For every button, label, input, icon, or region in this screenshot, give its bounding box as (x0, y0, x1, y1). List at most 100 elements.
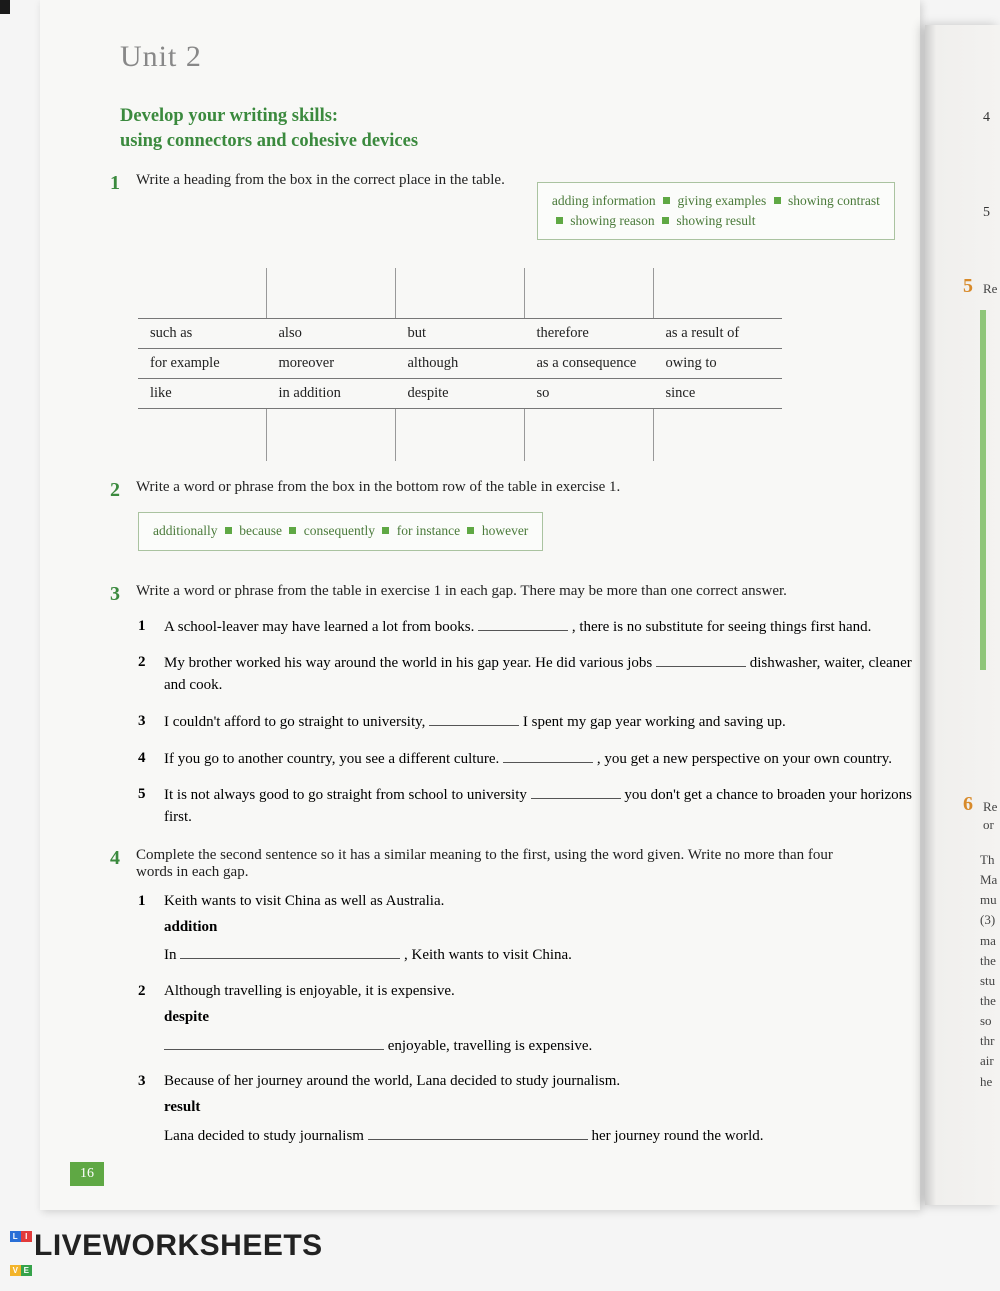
text-part: My brother worked his way around the wor… (164, 655, 656, 671)
facing-page-sliver: 4 5 5 Re 6 Re or Th Ma mu (3) ma the stu… (925, 25, 1000, 1205)
word-box: additionally because consequently for in… (138, 512, 543, 550)
bullet-icon (382, 527, 389, 534)
table-row: such as also but therefore as a result o… (138, 319, 782, 349)
table-cell: in addition (267, 379, 396, 409)
exercise-number: 4 (110, 847, 132, 870)
table-cell: so (525, 379, 654, 409)
item-number: 4 (138, 748, 152, 771)
gap-input[interactable] (164, 1035, 384, 1050)
item-sentence: Because of her journey around the world,… (164, 1073, 620, 1089)
table-footer-input[interactable] (138, 409, 267, 462)
table-cell: as a result of (654, 319, 783, 349)
given-word: result (164, 1097, 920, 1119)
item-body: Although travelling is enjoyable, it is … (164, 981, 920, 1057)
table-header-input[interactable] (396, 268, 525, 319)
item-text: I couldn't afford to go straight to univ… (164, 711, 920, 734)
table-header-input[interactable] (525, 268, 654, 319)
transform-item: 1 Keith wants to visit China as well as … (138, 891, 920, 967)
table-cell: since (654, 379, 783, 409)
table-row: like in addition despite so since (138, 379, 782, 409)
brand-icon: LI VE (10, 1213, 32, 1281)
gap-input[interactable] (478, 616, 568, 631)
section-heading-line1: Develop your writing skills: (120, 106, 338, 126)
table-footer-input[interactable] (396, 409, 525, 462)
bullet-icon (663, 197, 670, 204)
exercise-instruction: Complete the second sentence so it has a… (136, 847, 836, 881)
page-number: 16 (70, 1162, 104, 1186)
box-word: showing result (676, 213, 755, 228)
exercise-number: 2 (110, 479, 132, 502)
section-heading-line2: using connectors and cohesive devices (120, 131, 418, 151)
connectors-table: such as also but therefore as a result o… (138, 268, 782, 461)
exercise-2: 2 Write a word or phrase from the box in… (110, 479, 920, 564)
bullet-icon (225, 527, 232, 534)
item-sentence: Although travelling is enjoyable, it is … (164, 983, 455, 999)
table-footer-input[interactable] (267, 409, 396, 462)
given-word: addition (164, 917, 920, 939)
table-cell: for example (138, 349, 267, 379)
rp-line: Ma (980, 870, 997, 890)
exercise-number: 3 (110, 583, 132, 606)
exercise-4: 4 Complete the second sentence so it has… (110, 847, 920, 1148)
gap-input[interactable] (368, 1125, 588, 1140)
table-header-input[interactable] (138, 268, 267, 319)
box-word: however (482, 523, 528, 538)
text-part: A school-leaver may have learned a lot f… (164, 619, 478, 635)
table-cell: therefore (525, 319, 654, 349)
rp-line: air (980, 1051, 997, 1071)
rp-line: he (980, 1072, 997, 1092)
transform-item: 2 Although travelling is enjoyable, it i… (138, 981, 920, 1057)
exercise-items: 1 Keith wants to visit China as well as … (138, 891, 920, 1148)
answer-line: In , Keith wants to visit China. (164, 944, 920, 967)
table-header-input[interactable] (654, 268, 783, 319)
answer-line: enjoyable, travelling is expensive. (164, 1035, 920, 1058)
box-word: because (239, 523, 282, 538)
item-number: 2 (138, 981, 152, 1057)
exercise-1: 1 Write a heading from the box in the co… (110, 172, 920, 462)
brand-footer: LI VE LIVEWORKSHEETS (10, 1213, 323, 1281)
gap-item: 4 If you go to another country, you see … (138, 748, 920, 771)
text-part: I couldn't afford to go straight to univ… (164, 714, 429, 730)
rp-number: 5 (983, 205, 990, 221)
table-header-input[interactable] (267, 268, 396, 319)
item-text: If you go to another country, you see a … (164, 748, 920, 771)
gap-item: 5 It is not always good to go straight f… (138, 784, 920, 829)
item-number: 3 (138, 711, 152, 734)
text-part: , Keith wants to visit China. (400, 947, 572, 963)
rp-text: Re (983, 279, 997, 299)
text-part: her journey round the world. (588, 1128, 764, 1144)
gap-input[interactable] (656, 652, 746, 667)
gap-input[interactable] (180, 944, 400, 959)
text-part: If you go to another country, you see a … (164, 751, 503, 767)
text-part: , you get a new perspective on your own … (593, 751, 892, 767)
text-part: It is not always good to go straight fro… (164, 787, 531, 803)
gap-input[interactable] (503, 748, 593, 763)
text-part: , there is no substitute for seeing thin… (568, 619, 871, 635)
worksheet-page: Unit 2 Develop your writing skills: usin… (40, 0, 920, 1210)
rp-line: Th (980, 850, 997, 870)
table-row: for example moreover although as a conse… (138, 349, 782, 379)
box-word: showing contrast (788, 193, 880, 208)
rp-line: ma (980, 931, 997, 951)
box-word: giving examples (677, 193, 766, 208)
table-footer-input[interactable] (654, 409, 783, 462)
gap-item: 3 I couldn't afford to go straight to un… (138, 711, 920, 734)
item-body: Keith wants to visit China as well as Au… (164, 891, 920, 967)
bullet-icon (467, 527, 474, 534)
rp-text: or (983, 815, 994, 835)
item-number: 5 (138, 784, 152, 829)
print-mark (0, 0, 10, 14)
gap-input[interactable] (531, 784, 621, 799)
table-footer-input[interactable] (525, 409, 654, 462)
transform-item: 3 Because of her journey around the worl… (138, 1071, 920, 1147)
answer-line: Lana decided to study journalism her jou… (164, 1125, 920, 1148)
rp-number: 4 (983, 110, 990, 126)
gap-input[interactable] (429, 711, 519, 726)
rp-line: the (980, 951, 997, 971)
rp-line: thr (980, 1031, 997, 1051)
bullet-icon (556, 217, 563, 224)
text-part: In (164, 947, 180, 963)
table-cell: like (138, 379, 267, 409)
box-word: showing reason (570, 213, 654, 228)
rp-green-bar (980, 310, 986, 670)
